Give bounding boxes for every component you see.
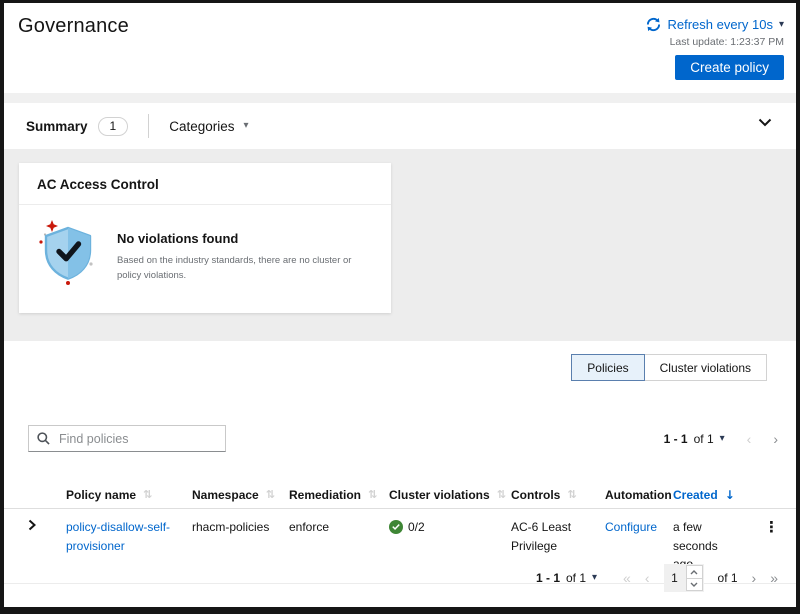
column-policy-name[interactable]: Policy name⇅ [66,488,192,502]
increment-page-button[interactable] [687,566,702,578]
caret-down-icon: ▾ [244,121,249,131]
governance-page: Governance Refresh every 10s ▾ Last upda… [0,0,800,614]
current-page-input[interactable]: 1 [664,571,686,585]
column-remediation[interactable]: Remediation⇅ [289,488,389,502]
pagination-range-dropdown[interactable]: 1 - 1 of 1 ▾ [536,571,597,585]
expand-row-button[interactable] [28,519,66,531]
caret-down-icon: ▾ [779,20,784,30]
ac-access-control-card: AC Access Control No violation [19,163,391,313]
pagination-range: 1 - 1 [536,571,560,585]
tab-cluster-violations[interactable]: Cluster violations [644,354,767,381]
search-box [28,425,226,452]
summary-bar: Summary 1 Categories ▾ [4,103,796,149]
configure-automation-link[interactable]: Configure [605,520,657,534]
column-controls[interactable]: Controls⇅ [511,488,605,502]
column-automation: Automation [605,488,673,502]
last-page-button[interactable]: » [770,571,778,585]
caret-down-icon: ▾ [592,573,597,583]
pagination-of: of 1 [694,432,714,446]
sort-icon: ⇅ [567,488,576,501]
chevron-right-icon [28,519,66,531]
card-title: AC Access Control [19,163,391,205]
prev-page-button[interactable]: ‹ [747,432,752,446]
pagination-range: 1 - 1 [664,432,688,446]
page-stepper [686,565,703,591]
prev-page-button[interactable]: ‹ [645,571,650,585]
next-page-button[interactable]: › [752,571,757,585]
categories-dropdown[interactable]: Categories ▾ [169,119,248,134]
policy-name-link[interactable]: policy-disallow-self-provisioner [66,520,170,553]
last-update-text: Last update: 1:23:37 PM [670,36,784,48]
summary-count-badge: 1 [98,117,129,136]
caret-down-icon: ▾ [720,434,725,444]
column-created[interactable]: Created↓ [673,488,746,502]
next-page-button[interactable]: › [773,432,778,446]
remediation-cell: enforce [289,518,389,537]
refresh-interval-label[interactable]: Refresh every 10s [667,17,773,32]
summary-label: Summary [26,119,88,134]
sort-icon: ⇅ [497,488,506,501]
pagination-range-dropdown[interactable]: 1 - 1 of 1 ▾ [664,432,725,446]
success-check-icon [389,520,403,534]
pagination-of: of 1 [566,571,586,585]
table-header-row: Policy name⇅ Namespace⇅ Remediation⇅ Clu… [4,481,796,509]
row-kebab-menu[interactable]: ⋮ [764,518,780,536]
page-title: Governance [18,15,129,38]
pagination-bottom: 1 - 1 of 1 ▾ « ‹ 1 of 1 › » [536,563,778,593]
column-namespace[interactable]: Namespace⇅ [192,488,289,502]
controls-cell: AC-6 Least Privilege [511,518,605,555]
violations-count: 0/2 [408,518,425,537]
summary-section: AC Access Control No violation [4,149,796,341]
section-divider [4,93,796,103]
categories-label: Categories [169,119,234,134]
namespace-cell: rhacm-policies [192,518,289,537]
header-actions: Refresh every 10s ▾ Last update: 1:23:37… [646,17,784,80]
chevron-down-icon [758,118,772,127]
refresh-sync-icon [646,17,661,32]
page-number-input-group: 1 [664,564,704,592]
column-cluster-violations[interactable]: Cluster violations⇅ [389,488,511,502]
shield-check-icon [37,219,99,287]
collapse-summary-button[interactable] [758,118,772,127]
status-title: No violations found [117,231,369,246]
decrement-page-button[interactable] [687,578,702,590]
create-policy-button[interactable]: Create policy [675,55,784,80]
vertical-divider [148,114,149,138]
total-pages-label: of 1 [718,571,738,585]
sort-icon: ⇅ [266,488,275,501]
view-toggle-group: Policies Cluster violations [571,354,767,381]
cluster-violations-cell: 0/2 [389,518,511,537]
pagination-top: 1 - 1 of 1 ▾ ‹ › [664,425,778,452]
first-page-button[interactable]: « [623,571,631,585]
sort-desc-icon: ↓ [725,488,735,502]
status-description: Based on the industry standards, there a… [117,253,369,283]
sort-icon: ⇅ [368,488,377,501]
status-text: No violations found Based on the industr… [117,231,369,287]
sort-icon: ⇅ [143,488,152,501]
policies-section: Policies Cluster violations 1 - 1 of 1 ▾… [4,341,796,607]
card-body: No violations found Based on the industr… [19,205,391,287]
search-icon [37,432,50,445]
page-header: Governance Refresh every 10s ▾ Last upda… [4,3,796,93]
refresh-dropdown[interactable]: Refresh every 10s ▾ [646,17,784,32]
search-input[interactable] [57,431,217,447]
tab-policies[interactable]: Policies [571,354,644,381]
